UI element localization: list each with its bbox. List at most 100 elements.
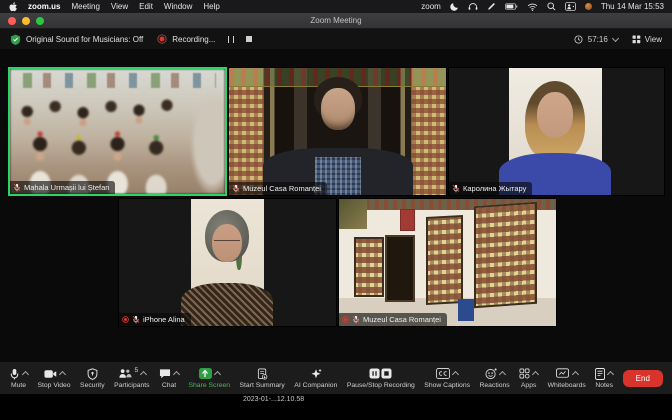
focus-moon-icon[interactable] <box>450 2 459 11</box>
apple-menu-icon[interactable] <box>9 2 17 12</box>
share-screen-icon <box>199 368 212 379</box>
captions-icon <box>436 368 450 379</box>
meeting-timer[interactable]: 57:16 <box>574 35 618 44</box>
participant-video-placeholder <box>229 68 446 195</box>
ai-companion-button[interactable]: AI Companion <box>294 368 337 389</box>
window-title: Zoom Meeting <box>0 16 672 25</box>
participants-options-chevron[interactable] <box>140 371 147 378</box>
participant-nametag: Muzeul Casa Romanței <box>229 182 327 195</box>
desktop-file-label[interactable]: 2023-01-...12.10.58 <box>243 396 304 403</box>
menubar-clock[interactable]: Thu 14 Mar 15:53 <box>601 2 664 11</box>
battery-icon[interactable] <box>505 3 518 10</box>
start-summary-button[interactable]: Start Summary <box>240 368 285 389</box>
whiteboards-label: Whiteboards <box>548 382 586 389</box>
mic-icon <box>9 368 20 380</box>
video-tile-3[interactable]: Каролина Жытару <box>448 67 665 196</box>
menu-zoom-us[interactable]: zoom.us <box>28 2 60 11</box>
pencil-icon[interactable] <box>487 2 496 11</box>
pause-recording-icon[interactable] <box>228 36 234 43</box>
mute-label: Mute <box>11 382 26 389</box>
participant-video-placeholder <box>119 199 336 326</box>
security-label: Security <box>80 382 105 389</box>
muted-mic-icon <box>352 315 360 324</box>
chat-button[interactable]: Chat <box>159 368 179 389</box>
apps-button[interactable]: Apps <box>519 368 538 389</box>
video-grid: Mahala Urmașii lui Ștefan Muzeul Casa Ro… <box>0 49 672 362</box>
original-sound-toggle[interactable]: Original Sound for Musicians: Off <box>10 34 143 45</box>
share-options-chevron[interactable] <box>214 371 221 378</box>
grid-view-icon <box>632 35 641 44</box>
clock-icon <box>574 35 583 44</box>
status-app-label[interactable]: zoom <box>421 2 441 11</box>
whiteboards-options-chevron[interactable] <box>572 371 579 378</box>
participants-button[interactable]: 5 Participants <box>114 368 150 389</box>
chat-options-chevron[interactable] <box>173 371 180 378</box>
desktop-screen: zoom.us Meeting View Edit Window Help zo… <box>0 0 672 420</box>
pause-stop-icon <box>369 368 392 379</box>
video-tile-4[interactable]: iPhone Alina <box>118 198 337 327</box>
participant-recording-icon <box>342 316 349 323</box>
whiteboards-button[interactable]: Whiteboards <box>548 368 586 389</box>
window-title-bar: Zoom Meeting <box>0 13 672 29</box>
captions-options-chevron[interactable] <box>452 371 459 378</box>
spotlight-search-icon[interactable] <box>547 2 556 11</box>
participant-nametag: Muzeul Casa Romanței <box>339 313 447 326</box>
show-captions-button[interactable]: Show Captions <box>424 368 470 389</box>
apps-options-chevron[interactable] <box>532 371 539 378</box>
mute-options-chevron[interactable] <box>22 371 29 378</box>
apps-icon <box>519 368 530 379</box>
reactions-options-chevron[interactable] <box>499 371 506 378</box>
share-screen-button[interactable]: Share Screen <box>188 368 230 389</box>
reactions-button[interactable]: Reactions <box>479 368 509 389</box>
ai-companion-label: AI Companion <box>294 382 337 389</box>
sparkle-icon <box>310 368 322 380</box>
menubar-app-dot-icon[interactable] <box>585 3 592 10</box>
video-tile-2[interactable]: Muzeul Casa Romanței <box>228 67 447 196</box>
notes-options-chevron[interactable] <box>607 371 614 378</box>
stop-recording-icon[interactable] <box>246 36 252 42</box>
notes-icon <box>595 368 605 380</box>
notes-button[interactable]: Notes <box>595 368 613 389</box>
menu-help[interactable]: Help <box>203 2 219 11</box>
video-tile-1[interactable]: Mahala Urmașii lui Ștefan <box>8 67 227 196</box>
headphones-icon[interactable] <box>468 2 478 11</box>
whiteboard-icon <box>556 368 570 379</box>
apps-label: Apps <box>521 382 537 389</box>
participant-video-placeholder <box>449 68 664 195</box>
video-options-chevron[interactable] <box>58 371 65 378</box>
participants-label: Participants <box>114 382 150 389</box>
participant-nametag: Каролина Жытару <box>449 182 532 195</box>
security-button[interactable]: Security <box>80 368 105 389</box>
start-summary-label: Start Summary <box>240 382 285 389</box>
timer-value: 57:16 <box>588 35 608 44</box>
original-sound-label: Original Sound for Musicians: Off <box>26 35 143 44</box>
participant-nametag: iPhone Alina <box>119 313 191 326</box>
participant-recording-icon <box>122 316 129 323</box>
meeting-top-toolbar: Original Sound for Musicians: Off Record… <box>0 29 672 49</box>
menu-edit[interactable]: Edit <box>139 2 153 11</box>
muted-mic-icon <box>232 184 240 193</box>
muted-mic-icon <box>13 183 21 192</box>
mute-button[interactable]: Mute <box>9 368 28 389</box>
timer-chevron-icon[interactable] <box>612 34 619 41</box>
wifi-icon[interactable] <box>527 3 538 11</box>
end-meeting-button[interactable]: End <box>623 370 663 387</box>
stop-video-label: Stop Video <box>37 382 70 389</box>
menu-view[interactable]: View <box>111 2 128 11</box>
view-label: View <box>645 35 662 44</box>
pause-stop-recording-button[interactable]: Pause/Stop Recording <box>347 368 415 389</box>
stop-video-button[interactable]: Stop Video <box>37 368 70 389</box>
video-tile-5[interactable]: Muzeul Casa Romanței <box>338 198 557 327</box>
menu-window[interactable]: Window <box>164 2 192 11</box>
recording-status-label: Recording... <box>172 35 215 44</box>
reactions-label: Reactions <box>479 382 509 389</box>
participants-count-badge: 5 <box>135 367 139 374</box>
view-button[interactable]: View <box>632 35 662 44</box>
user-switch-icon[interactable] <box>565 2 576 11</box>
chat-bubble-icon <box>159 368 171 379</box>
menu-meeting[interactable]: Meeting <box>71 2 99 11</box>
chat-label: Chat <box>162 382 176 389</box>
shield-icon <box>87 368 98 380</box>
participant-nametag: Mahala Urmașii lui Ștefan <box>10 181 115 194</box>
participant-name: Mahala Urmașii lui Ștefan <box>24 183 109 192</box>
